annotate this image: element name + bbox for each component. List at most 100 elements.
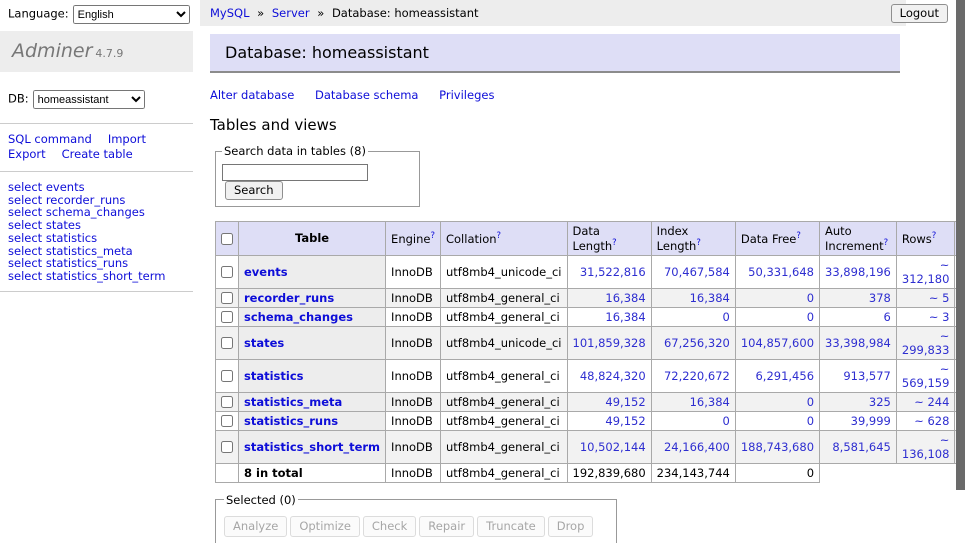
column-header-table: Table — [239, 222, 386, 256]
data-free-cell: 0 — [735, 307, 819, 326]
check-button[interactable]: Check — [363, 516, 416, 537]
rows-link[interactable]: ~ 569,159 — [902, 362, 950, 390]
logout-button[interactable]: Logout — [891, 4, 948, 23]
table-link[interactable]: states — [244, 336, 284, 350]
data-length-link[interactable]: 31,522,816 — [580, 265, 646, 279]
table-link[interactable]: events — [244, 265, 288, 279]
sidebar-item-select-events[interactable]: select events — [8, 181, 193, 194]
rows-link[interactable]: ~ 628 — [914, 414, 949, 428]
auto-increment-link[interactable]: 39,999 — [851, 414, 891, 428]
auto-increment-link[interactable]: 33,898,196 — [825, 265, 891, 279]
column-header-collation: Collation? — [440, 222, 567, 256]
row-select-checkbox[interactable] — [221, 337, 233, 349]
index-length-link[interactable]: 72,220,672 — [664, 369, 730, 383]
index-length-link[interactable]: 67,256,320 — [664, 336, 730, 350]
sql-command-link[interactable]: SQL command — [8, 132, 92, 146]
data-free-link[interactable]: 6,291,456 — [755, 369, 814, 383]
scrollbar-thumb[interactable] — [956, 0, 965, 490]
row-select-checkbox[interactable] — [221, 441, 233, 453]
index-length-link[interactable]: 0 — [723, 414, 730, 428]
data-length-link[interactable]: 49,152 — [605, 395, 645, 409]
import-link[interactable]: Import — [108, 132, 146, 146]
auto-increment-link[interactable]: 33,398,984 — [825, 336, 891, 350]
database-schema-link[interactable]: Database schema — [315, 88, 418, 102]
create-table-link[interactable]: Create table — [62, 147, 133, 161]
data-free-link[interactable]: 50,331,648 — [748, 265, 814, 279]
table-link[interactable]: statistics_runs — [244, 414, 338, 428]
db-select[interactable]: homeassistant — [33, 90, 145, 109]
scrollbar[interactable] — [956, 0, 966, 543]
table-link[interactable]: statistics_short_term — [244, 440, 380, 454]
sidebar-item-select-states[interactable]: select states — [8, 219, 193, 232]
collation-cell: utf8mb4_general_ci — [440, 359, 567, 392]
auto-increment-link[interactable]: 378 — [869, 291, 891, 305]
table-link[interactable]: schema_changes — [244, 310, 353, 324]
data-free-link[interactable]: 0 — [807, 310, 814, 324]
index-length-link[interactable]: 16,384 — [690, 291, 730, 305]
data-length-link[interactable]: 49,152 — [605, 414, 645, 428]
sidebar-item-select-statistics_short_term[interactable]: select statistics_short_term — [8, 270, 193, 283]
rows-link[interactable]: ~ 244 — [914, 395, 949, 409]
select-all-checkbox[interactable] — [221, 233, 233, 245]
data-length-link[interactable]: 10,502,144 — [580, 440, 646, 454]
sidebar-item-select-statistics[interactable]: select statistics — [8, 232, 193, 245]
table-link[interactable]: recorder_runs — [244, 291, 334, 305]
data-free-link[interactable]: 104,857,600 — [741, 336, 814, 350]
help-link[interactable]: ? — [696, 238, 701, 248]
row-select-checkbox[interactable] — [221, 311, 233, 323]
alter-database-link[interactable]: Alter database — [210, 88, 294, 102]
index-length-cell: 67,256,320 — [651, 326, 735, 359]
data-length-link[interactable]: 101,859,328 — [573, 336, 646, 350]
data-free-link[interactable]: 0 — [807, 414, 814, 428]
truncate-button[interactable]: Truncate — [477, 516, 545, 537]
rows-link[interactable]: ~ 299,833 — [902, 329, 950, 357]
help-link[interactable]: ? — [430, 231, 435, 241]
row-select-checkbox[interactable] — [221, 415, 233, 427]
row-select-checkbox[interactable] — [221, 396, 233, 408]
row-select-checkbox[interactable] — [221, 292, 233, 304]
table-link[interactable]: statistics — [244, 369, 304, 383]
help-link[interactable]: ? — [932, 231, 937, 241]
rows-link[interactable]: ~ 3 — [929, 310, 950, 324]
index-length-link[interactable]: 0 — [723, 310, 730, 324]
table-link[interactable]: statistics_meta — [244, 395, 342, 409]
selected-fieldset: Selected (0) AnalyzeOptimizeCheckRepairT… — [215, 493, 617, 543]
help-link[interactable]: ? — [884, 238, 889, 248]
index-length-link[interactable]: 24,166,400 — [664, 440, 730, 454]
rows-link[interactable]: ~ 312,180 — [902, 258, 950, 286]
index-length-link[interactable]: 70,467,584 — [664, 265, 730, 279]
search-button[interactable]: Search — [225, 181, 283, 200]
repair-button[interactable]: Repair — [419, 516, 474, 537]
row-select-checkbox[interactable] — [221, 370, 233, 382]
search-input[interactable] — [222, 164, 368, 181]
app-name[interactable]: Adminer — [12, 40, 92, 62]
help-link[interactable]: ? — [612, 238, 617, 248]
auto-increment-cell: 378 — [820, 288, 897, 307]
data-length-link[interactable]: 48,824,320 — [580, 369, 646, 383]
breadcrumb-mysql-link[interactable]: MySQL — [210, 6, 250, 20]
data-free-link[interactable]: 0 — [807, 291, 814, 305]
help-link[interactable]: ? — [497, 231, 502, 241]
auto-increment-link[interactable]: 8,581,645 — [832, 440, 891, 454]
row-select-checkbox[interactable] — [221, 266, 233, 278]
help-link[interactable]: ? — [796, 231, 801, 241]
rows-link[interactable]: ~ 5 — [929, 291, 950, 305]
auto-increment-link[interactable]: 325 — [869, 395, 891, 409]
language-select[interactable]: English — [73, 5, 190, 24]
engine-cell: InnoDB — [386, 411, 441, 430]
data-free-link[interactable]: 188,743,680 — [741, 440, 814, 454]
index-length-link[interactable]: 16,384 — [690, 395, 730, 409]
data-free-link[interactable]: 0 — [807, 395, 814, 409]
auto-increment-link[interactable]: 6 — [884, 310, 891, 324]
rows-link[interactable]: ~ 136,108 — [902, 433, 950, 461]
breadcrumb-server-link[interactable]: Server — [272, 6, 310, 20]
drop-button[interactable]: Drop — [548, 516, 594, 537]
privileges-link[interactable]: Privileges — [439, 88, 494, 102]
data-length-link[interactable]: 16,384 — [605, 310, 645, 324]
collation-cell: utf8mb4_unicode_ci — [440, 326, 567, 359]
data-length-link[interactable]: 16,384 — [605, 291, 645, 305]
analyze-button[interactable]: Analyze — [224, 516, 287, 537]
optimize-button[interactable]: Optimize — [290, 516, 360, 537]
auto-increment-link[interactable]: 913,577 — [843, 369, 891, 383]
export-link[interactable]: Export — [8, 147, 46, 161]
